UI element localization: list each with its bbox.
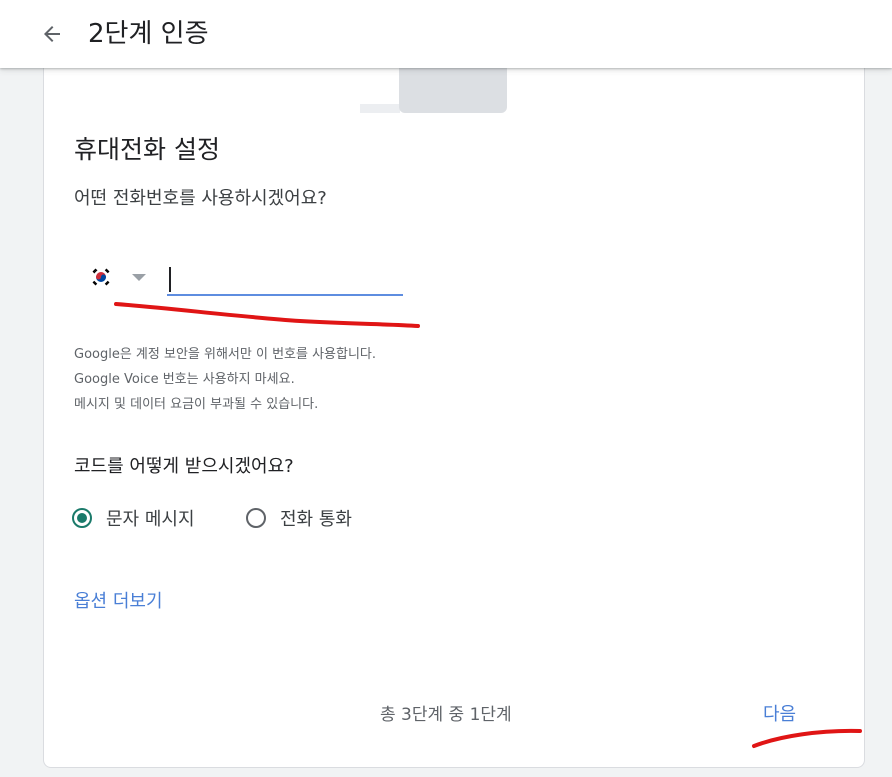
- text-cursor: [169, 267, 171, 292]
- south-korea-flag-icon: [91, 267, 111, 287]
- step-progress: 총 3단계 중 1단계: [380, 705, 512, 725]
- caret-down-icon: [132, 274, 146, 281]
- info-line: Google Voice 번호는 사용하지 마세요.: [74, 372, 295, 387]
- country-code-select[interactable]: [82, 262, 154, 292]
- code-method-question: 코드를 어떻게 받으시겠어요?: [74, 456, 294, 477]
- next-button[interactable]: 다음: [763, 702, 796, 728]
- radio-selected-icon: [72, 508, 92, 528]
- arrow-back-icon: [44, 26, 60, 42]
- more-options-link[interactable]: 옵션 더보기: [74, 589, 163, 615]
- radio-text-message[interactable]: 문자 메시지: [72, 504, 195, 532]
- phone-info-text: Google은 계정 보안을 위해서만 이 번호를 사용합니다. Google …: [74, 342, 376, 417]
- phone-number-input[interactable]: [167, 262, 403, 296]
- page-title: 2단계 인증: [88, 19, 209, 49]
- info-line: Google은 계정 보안을 위해서만 이 번호를 사용합니다.: [74, 347, 377, 362]
- radio-label: 전화 통화: [280, 509, 352, 530]
- radio-label: 문자 메시지: [106, 509, 195, 530]
- phone-question: 어떤 전화번호를 사용하시겠어요?: [74, 188, 327, 209]
- radio-unselected-icon: [246, 508, 266, 528]
- top-app-bar: 2단계 인증: [0, 0, 892, 68]
- illustration-device: [399, 68, 507, 113]
- info-line: 메시지 및 데이터 요금이 부과될 수 있습니다.: [74, 397, 319, 412]
- illustration-shadow: [360, 104, 400, 113]
- section-title: 휴대전화 설정: [74, 135, 220, 164]
- back-button[interactable]: [36, 18, 68, 50]
- radio-phone-call[interactable]: 전화 통화: [246, 504, 352, 532]
